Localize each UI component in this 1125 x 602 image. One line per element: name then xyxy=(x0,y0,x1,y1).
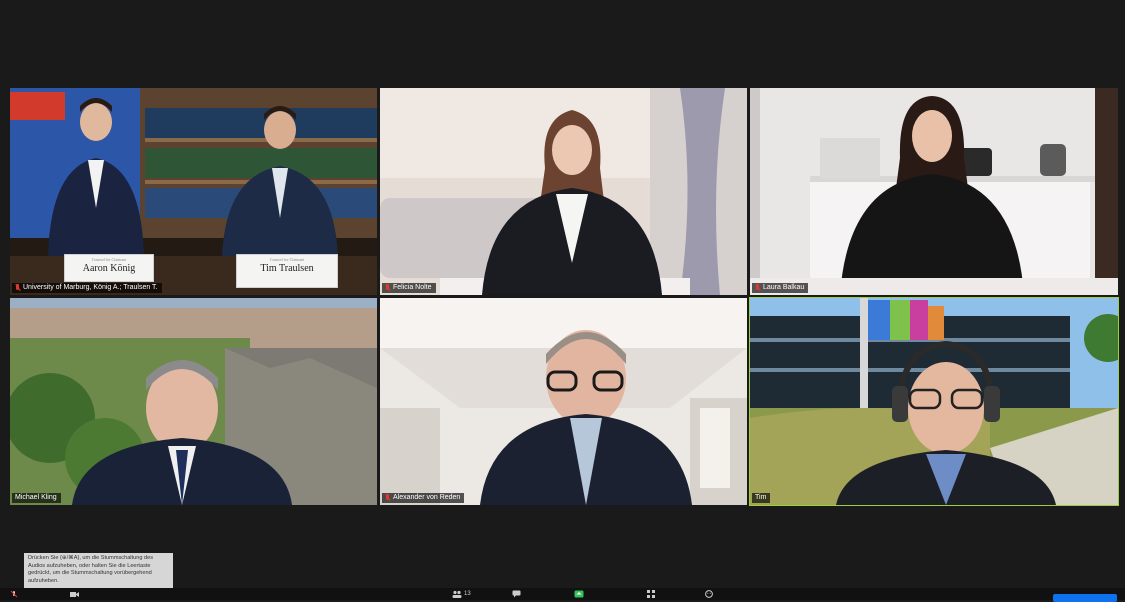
video-tile-tim[interactable]: Tim xyxy=(749,297,1119,506)
apps-button[interactable] xyxy=(647,590,655,598)
video-tile-michael-kling[interactable]: Michael Kling xyxy=(10,298,377,505)
mic-muted-icon xyxy=(385,284,390,292)
mute-button[interactable] xyxy=(10,590,18,598)
share-screen-icon xyxy=(574,590,584,598)
smiley-icon xyxy=(705,590,713,598)
grid-icon xyxy=(647,590,655,598)
participant-video xyxy=(380,298,747,505)
placard-header: Counsel for Claimant xyxy=(91,257,127,262)
participant-name: Alexander von Reden xyxy=(393,494,461,501)
chat-button[interactable] xyxy=(512,590,521,598)
participants-icon xyxy=(452,590,462,598)
participant-name-tag: Alexander von Reden xyxy=(382,493,465,503)
participant-video xyxy=(380,88,747,295)
placard-name: Aaron König xyxy=(82,263,136,274)
participant-name-tag: University of Marburg, König A.; Traulse… xyxy=(12,283,162,293)
placard-aaron-koenig: Counsel for Claimant Aaron König xyxy=(64,254,154,282)
participant-name-tag: Laura Balkau xyxy=(752,283,809,293)
participant-name: University of Marburg, König A.; Traulse… xyxy=(23,284,158,291)
participant-name-tag: Felicia Nolte xyxy=(382,283,436,293)
participant-name: Laura Balkau xyxy=(763,284,805,291)
placard-name: Tim Traulsen xyxy=(260,263,314,274)
camera-icon xyxy=(70,592,79,597)
unmute-tooltip: Drücken Sie {⊕/⌘A}, um die Stummschaltun… xyxy=(24,553,173,589)
video-tile-laura-balkau[interactable]: Laura Balkau xyxy=(750,88,1118,295)
video-tile-felicia-nolte[interactable]: Felicia Nolte xyxy=(380,88,747,295)
video-tile-alexander-von-reden[interactable]: Alexander von Reden xyxy=(380,298,747,505)
end-meeting-button[interactable] xyxy=(1053,594,1117,602)
participant-name-tag: Tim xyxy=(752,493,771,503)
mic-muted-icon xyxy=(755,284,760,292)
mic-muted-icon xyxy=(385,494,390,502)
placard-tim-traulsen: Counsel for Claimant Tim Traulsen xyxy=(236,254,338,288)
participant-name: Michael Kling xyxy=(15,494,57,501)
participants-button[interactable]: 13 xyxy=(452,590,471,598)
participant-video xyxy=(10,298,377,505)
participant-name: Felicia Nolte xyxy=(393,284,432,291)
video-tile-university-of-marburg[interactable]: Counsel for Claimant Aaron König Counsel… xyxy=(10,88,377,295)
placard-header: Counsel for Claimant xyxy=(269,257,305,262)
participant-video xyxy=(750,88,1118,295)
participant-name-tag: Michael Kling xyxy=(12,493,61,503)
participant-name: Tim xyxy=(755,494,767,501)
video-button[interactable] xyxy=(70,590,80,598)
meeting-toolbar: 13 xyxy=(0,588,1125,600)
share-screen-button[interactable] xyxy=(574,590,584,598)
microphone-muted-icon xyxy=(10,590,18,598)
chat-icon xyxy=(512,590,521,598)
mic-muted-icon xyxy=(15,284,20,292)
participants-count: 13 xyxy=(464,591,471,597)
reactions-button[interactable] xyxy=(705,590,713,598)
participant-video xyxy=(750,298,1118,505)
